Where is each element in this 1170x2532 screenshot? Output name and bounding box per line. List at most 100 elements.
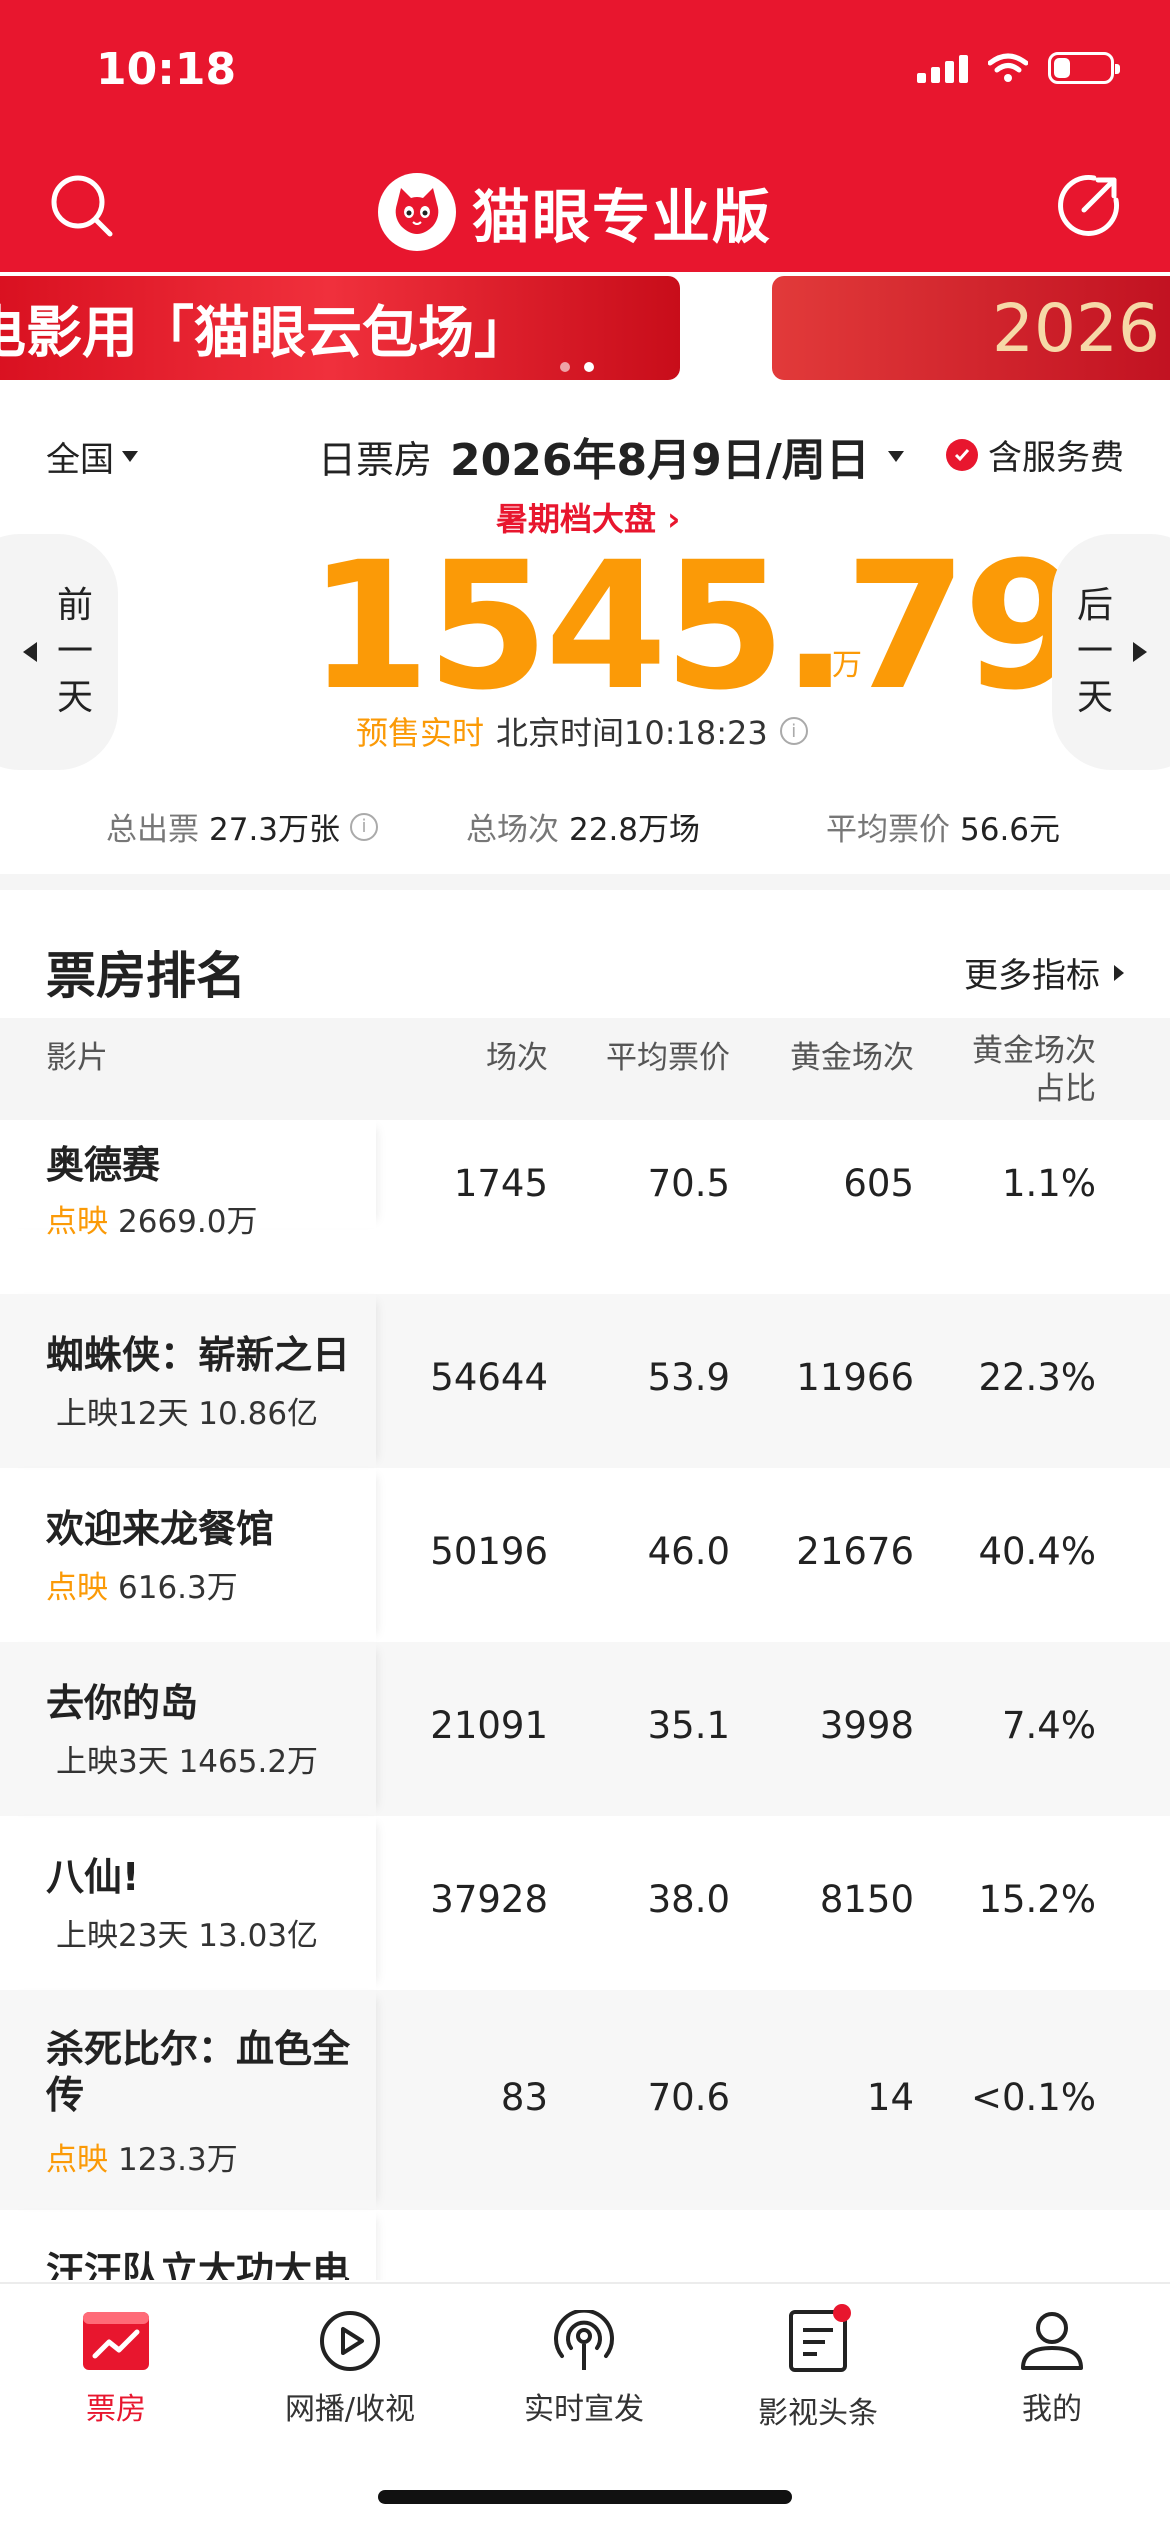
cell-sessions: 54644 [430,1356,548,1399]
film-sub: 点映 616.3万 [46,1562,238,1607]
prev-day-button[interactable]: 前一天 [0,534,118,770]
col-gold-sessions[interactable]: 黄金场次 [790,1032,914,1077]
status-time: 10:18 [96,44,237,95]
film-tag: 点映 [46,2142,108,2178]
section-divider [0,874,1170,890]
info-icon[interactable]: i [350,812,379,841]
cell-gold-ratio: 15.2% [978,1878,1096,1921]
region-selector[interactable]: 全国 [46,432,138,481]
cell-avg-price: 53.9 [647,1356,730,1399]
stat-value: 22.8万场 [569,812,701,848]
tab-label: 实时宣发 [524,2392,644,2427]
stat-label: 平均票价 [826,812,950,848]
film-sub-text: 616.3万 [118,1570,238,1606]
stat-total-tickets: 总出票 27.3万张 i [106,804,379,849]
next-day-button[interactable]: 后一天 [1052,534,1170,770]
cell-gold-ratio: 7.4% [1002,1704,1096,1747]
battery-icon [1048,52,1120,84]
chart-icon [83,2312,149,2370]
film-sub-text: 上映23天 13.03亿 [56,1918,319,1954]
col-gold-ratio-line2: 占比 [1034,1071,1096,1107]
beijing-time: 北京时间10:18:23 [496,714,768,752]
film-name: 汪汪队立大功大电 [46,2249,351,2280]
film-sub-text: 123.3万 [118,2142,238,2178]
cell-avg-price: 46.0 [647,1530,730,1573]
film-sub: 上映23天 13.03亿 [46,1910,318,1955]
home-indicator[interactable] [378,2490,792,2504]
ranking-table: 奥德赛 点映 2669.0万 1745 70.5 605 1.1% 蜘蛛侠：崭新之… [0,1120,1170,2280]
film-sub-text: 上映12天 10.86亿 [56,1396,319,1432]
cell-sessions: 83 [500,2076,548,2119]
cell-sessions: 1745 [453,1162,548,1205]
caret-right-icon [1114,964,1124,981]
cell-gold-sessions: 21676 [796,1530,914,1573]
tab-box-office[interactable]: 票房 [16,2310,216,2428]
table-header: 影片 场次 平均票价 黄金场次 黄金场次 占比 [0,1018,1170,1120]
cell-sessions: 21091 [430,1704,548,1747]
broadcast-icon [554,2310,614,2370]
date-value: 2026年8月9日/周日 [450,435,870,486]
share-icon[interactable] [1054,172,1122,244]
app-title: 猫眼专业版 [472,183,773,251]
arrow-right-icon [1133,642,1147,662]
tab-streaming[interactable]: 网播/收视 [250,2310,450,2428]
more-metrics-button[interactable]: 更多指标 [964,948,1124,997]
table-row[interactable]: 欢迎来龙餐馆 点映 616.3万 50196 46.0 21676 40.4% [0,1468,1170,1642]
wifi-icon [988,53,1028,82]
film-sub: 上映12天 10.86亿 [46,1388,318,1433]
cell-gold-ratio: 22.3% [978,1356,1096,1399]
table-row[interactable]: 奥德赛 点映 2669.0万 1745 70.5 605 1.1% [0,1120,1170,1240]
table-row[interactable]: 杀死比尔：血色全传 点映 123.3万 83 70.6 14 <0.1% [0,1990,1170,2210]
ranking-title: 票房排名 [46,947,246,1005]
table-row[interactable]: 八仙! 上映23天 13.03亿 37928 38.0 8150 15.2% [0,1816,1170,1990]
table-row[interactable]: 蜘蛛侠：崭新之日 上映12天 10.86亿 54644 53.9 11966 2… [0,1294,1170,1468]
film-name: 去你的岛 [46,1681,199,1725]
film-sub: 点映 123.3万 [46,2134,238,2179]
caret-down-icon [122,451,138,462]
more-metrics-label: 更多指标 [964,956,1100,996]
film-tag: 点映 [46,1570,108,1606]
tab-news[interactable]: 影视头条 [718,2304,918,2432]
film-sub: 上映3天 1465.2万 [46,1736,318,1781]
film-sub: 点映 2669.0万 [46,1196,257,1241]
date-selector[interactable]: 日票房 2026年8月9日/周日 [318,424,904,488]
cell-gold-ratio: 1.1% [1002,1162,1096,1205]
tab-profile[interactable]: 我的 [952,2310,1152,2428]
col-gold-ratio[interactable]: 黄金场次 占比 [972,1032,1096,1108]
cell-gold-sessions: 11966 [796,1356,914,1399]
stat-label: 总出票 [106,812,199,848]
search-icon[interactable] [48,172,116,244]
signal-icon [917,53,968,83]
tab-label: 影视头条 [758,2396,878,2431]
status-icons [917,52,1120,84]
table-row[interactable]: 汪汪队立大功大电 [0,2210,1170,2280]
info-icon[interactable]: i [779,717,808,745]
film-name: 欢迎来龙餐馆 [46,1507,275,1551]
notification-dot [833,2304,851,2322]
prev-day-label: 前一天 [56,585,93,718]
banner-card[interactable]: 2026 [772,276,1170,380]
service-fee-label: 含服务费 [988,438,1124,478]
tab-label: 票房 [86,2392,146,2427]
cell-avg-price: 70.6 [647,2076,730,2119]
cell-gold-sessions: 14 [866,2076,914,2119]
service-fee-toggle[interactable]: 含服务费 [946,430,1124,479]
profile-icon [1021,2312,1083,2370]
tab-realtime-promo[interactable]: 实时宣发 [484,2310,684,2428]
table-row[interactable]: 去你的岛 上映3天 1465.2万 21091 35.1 3998 7.4% [0,1642,1170,1816]
region-label: 全国 [46,440,114,480]
app-header: 10:18 猫眼专业版 [0,0,1170,272]
cell-avg-price: 70.5 [647,1162,730,1205]
brand: 猫眼专业版 [378,170,772,254]
banner-text: 2026 [992,289,1160,367]
cell-gold-sessions: 3998 [819,1704,914,1747]
presale-label: 预售实时 [356,714,485,752]
cell-sessions: 50196 [430,1530,548,1573]
col-sessions[interactable]: 场次 [486,1032,548,1077]
film-sub-text: 2669.0万 [118,1204,258,1240]
carousel-dots [560,362,594,372]
cell-gold-ratio: <0.1% [970,2076,1096,2119]
stat-value: 56.6元 [960,812,1061,848]
arrow-left-icon [23,642,37,662]
col-avg-price[interactable]: 平均票价 [606,1032,730,1077]
